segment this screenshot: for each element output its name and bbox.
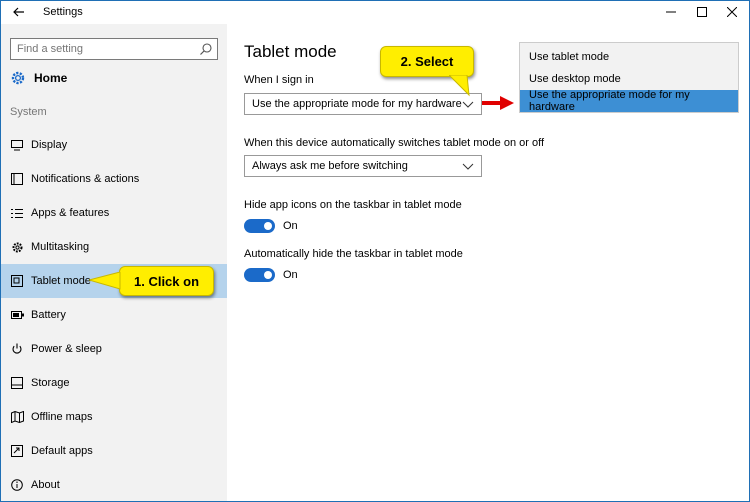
option-use-tablet-mode[interactable]: Use tablet mode (520, 46, 738, 68)
sidebar: Home System Display Notifications & acti… (1, 24, 227, 501)
sidebar-item-multitasking[interactable]: Multitasking (1, 230, 227, 264)
tablet-mode-icon (10, 274, 24, 288)
sign-in-options-popup: Use tablet mode Use desktop mode Use the… (519, 42, 739, 113)
sidebar-item-label: Tablet mode (31, 275, 91, 287)
sidebar-item-label: Battery (31, 309, 66, 321)
monitor-icon (10, 138, 24, 152)
hide-taskbar-state: On (283, 269, 298, 281)
title-bar: Settings (1, 1, 749, 24)
section-header: System (10, 106, 47, 118)
sidebar-item-notifications[interactable]: Notifications & actions (1, 162, 227, 196)
sign-in-dropdown[interactable]: Use the appropriate mode for my hardware (244, 93, 482, 115)
sidebar-item-label: Apps & features (31, 207, 110, 219)
sidebar-item-battery[interactable]: Battery (1, 298, 227, 332)
minimize-button[interactable] (656, 3, 686, 21)
close-button[interactable] (717, 3, 747, 21)
back-arrow-icon (13, 7, 24, 17)
sidebar-item-label: Multitasking (31, 241, 90, 253)
search-input[interactable] (17, 40, 197, 58)
search-icon[interactable] (199, 42, 213, 56)
callout-step-2: 2. Select (380, 46, 474, 77)
minimize-icon (666, 11, 676, 13)
option-use-desktop-mode[interactable]: Use desktop mode (520, 68, 738, 90)
chevron-down-icon (462, 101, 474, 108)
sign-in-dropdown-value: Use the appropriate mode for my hardware (252, 98, 462, 110)
sidebar-item-label: About (31, 479, 60, 491)
callout-step-2-pointer (449, 75, 470, 97)
hide-icons-state: On (283, 220, 298, 232)
sidebar-item-label: Power & sleep (31, 343, 102, 355)
option-use-appropriate-mode[interactable]: Use the appropriate mode for my hardware (520, 89, 738, 113)
multitasking-icon (10, 240, 24, 254)
home-link[interactable]: Home (10, 69, 67, 87)
settings-window: Settings Home System (0, 0, 750, 502)
sidebar-item-label: Notifications & actions (31, 173, 140, 185)
sidebar-item-default-apps[interactable]: Default apps (1, 434, 227, 468)
gear-icon (11, 71, 25, 85)
callout-step-1-text: 1. Click on (133, 273, 200, 289)
toggle-knob (264, 222, 272, 230)
sidebar-item-power-sleep[interactable]: Power & sleep (1, 332, 227, 366)
red-arrow-icon (482, 96, 514, 110)
apps-list-icon (10, 206, 24, 220)
switch-dropdown[interactable]: Always ask me before switching (244, 155, 482, 177)
page-title: Tablet mode (244, 42, 337, 61)
switch-label: When this device automatically switches … (244, 137, 545, 149)
map-icon (10, 410, 24, 424)
battery-icon (10, 308, 24, 322)
hide-taskbar-toggle[interactable] (244, 268, 275, 282)
storage-icon (10, 376, 24, 390)
sidebar-item-apps[interactable]: Apps & features (1, 196, 227, 230)
toggle-knob (264, 271, 272, 279)
home-label: Home (34, 71, 68, 85)
callout-step-1-pointer (89, 272, 121, 290)
default-apps-icon (10, 444, 24, 458)
sidebar-item-label: Storage (31, 377, 70, 389)
sidebar-item-about[interactable]: About (1, 468, 227, 502)
window-title: Settings (43, 6, 83, 18)
switch-dropdown-value: Always ask me before switching (252, 160, 408, 172)
callout-step-2-text: 2. Select (400, 54, 454, 69)
sidebar-item-storage[interactable]: Storage (1, 366, 227, 400)
back-button[interactable] (9, 3, 29, 21)
sign-in-label: When I sign in (244, 74, 314, 86)
sidebar-item-label: Display (31, 139, 68, 151)
info-icon (10, 478, 24, 492)
maximize-button[interactable] (687, 3, 717, 21)
power-icon (10, 342, 24, 356)
callout-step-1: 1. Click on (119, 266, 214, 296)
notifications-icon (10, 172, 24, 186)
chevron-down-icon (462, 163, 474, 170)
hide-icons-label: Hide app icons on the taskbar in tablet … (244, 199, 462, 211)
maximize-icon (697, 7, 707, 17)
close-icon (727, 7, 737, 17)
sidebar-item-label: Default apps (31, 445, 93, 457)
sidebar-item-offline-maps[interactable]: Offline maps (1, 400, 227, 434)
hide-icons-toggle[interactable] (244, 219, 275, 233)
hide-taskbar-label: Automatically hide the taskbar in tablet… (244, 248, 463, 260)
search-box[interactable] (10, 38, 218, 60)
sidebar-item-label: Offline maps (31, 411, 93, 423)
sidebar-item-display[interactable]: Display (1, 128, 227, 162)
